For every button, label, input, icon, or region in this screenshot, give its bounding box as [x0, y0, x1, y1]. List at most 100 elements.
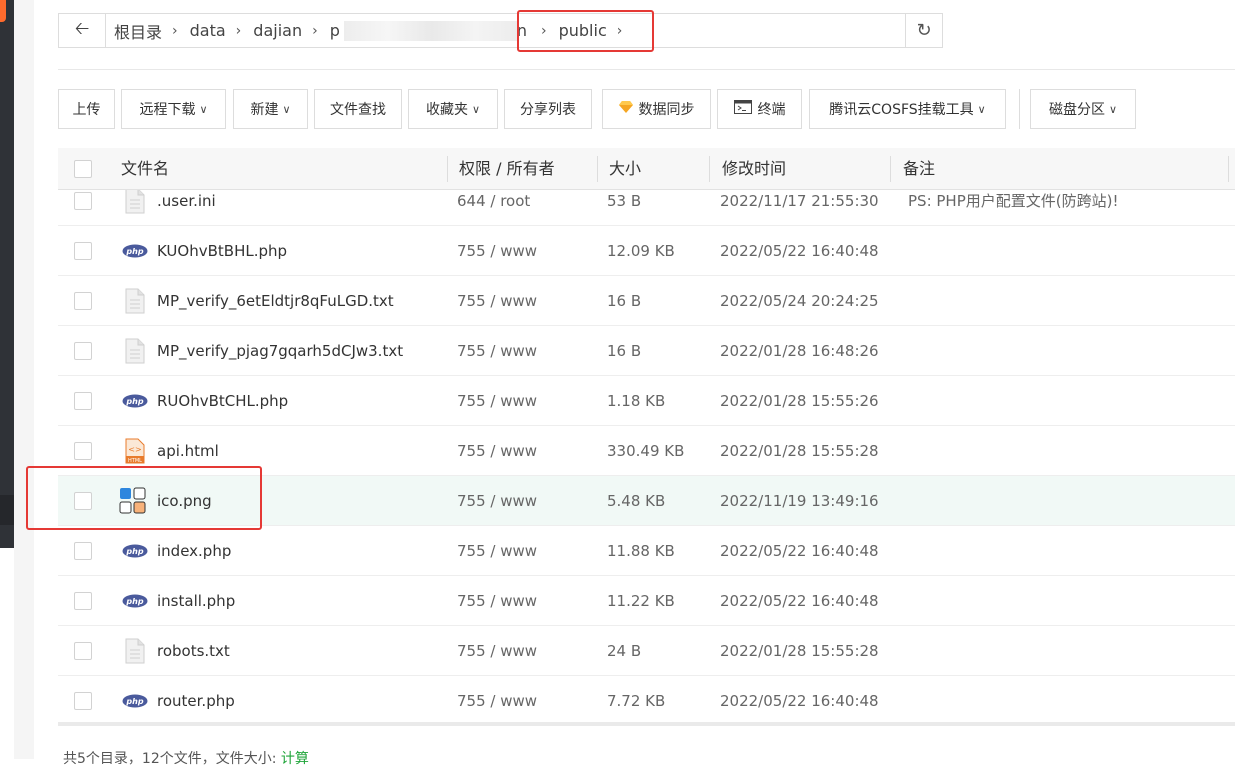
svg-text:HTML: HTML — [128, 458, 142, 464]
new-button[interactable]: 新建 ∨ — [233, 89, 308, 129]
select-all-checkbox[interactable] — [74, 160, 92, 178]
php-file-icon: php — [122, 394, 148, 416]
crumb-redacted-start[interactable]: p — [322, 21, 340, 40]
col-mtime[interactable]: 修改时间 — [722, 148, 786, 189]
data-sync-button[interactable]: 数据同步 — [602, 89, 711, 129]
row-checkbox[interactable] — [74, 392, 92, 410]
file-name[interactable]: MP_verify_pjag7gqarh5dCJw3.txt — [157, 326, 403, 376]
col-resizer[interactable] — [1228, 156, 1229, 182]
file-permission[interactable]: 644 / root — [457, 190, 530, 226]
diamond-icon — [618, 101, 633, 117]
file-name[interactable]: .user.ini — [157, 190, 216, 226]
file-name[interactable]: MP_verify_6etEldtjr8qFuLGD.txt — [157, 276, 394, 326]
file-permission[interactable]: 755 / www — [457, 676, 537, 725]
disk-partition-button[interactable]: 磁盘分区 ∨ — [1030, 89, 1136, 129]
file-name[interactable]: RUOhvBtCHL.php — [157, 376, 288, 426]
table-row[interactable]: php KUOhvBtBHL.php 755 / www 12.09 KB 2022/0… — [58, 226, 1235, 276]
file-permission[interactable]: 755 / www — [457, 626, 537, 676]
crumb-dajian[interactable]: dajian — [245, 21, 308, 40]
col-perm[interactable]: 权限 / 所有者 — [459, 148, 555, 189]
file-name[interactable]: router.php — [157, 676, 235, 725]
table-row[interactable]: MP_verify_pjag7gqarh5dCJw3.txt 755 / www 1… — [58, 326, 1235, 376]
row-checkbox[interactable] — [74, 542, 92, 560]
col-note[interactable]: 备注 — [903, 148, 935, 189]
col-resizer[interactable] — [890, 156, 891, 182]
remote-download-button[interactable]: 远程下载 ∨ — [121, 89, 226, 129]
crumb-data[interactable]: data — [182, 21, 232, 40]
crumb-public[interactable]: public — [551, 21, 613, 40]
file-name[interactable]: robots.txt — [157, 626, 230, 676]
file-size: 12.09 KB — [607, 242, 675, 260]
table-row[interactable]: <> HTML api.html 755 / www 330.49 KB 2022/01/… — [58, 426, 1235, 476]
back-button[interactable]: 🡠 — [59, 14, 106, 47]
share-list-button[interactable]: 分享列表 — [504, 89, 592, 129]
table-header: 文件名 权限 / 所有者 大小 修改时间 备注 — [58, 148, 1235, 190]
file-permission[interactable]: 755 / www — [457, 426, 537, 476]
row-checkbox[interactable] — [74, 342, 92, 360]
file-mtime: 2022/05/22 16:40:48 — [720, 592, 879, 610]
col-resizer[interactable] — [447, 156, 448, 182]
table-row[interactable]: robots.txt 755 / www 24 B 2022/01/28 15:55:… — [58, 626, 1235, 676]
file-name[interactable]: api.html — [157, 426, 219, 476]
crumb-root[interactable]: 根目录 — [106, 19, 168, 43]
file-note[interactable]: PS: PHP用户配置文件(防跨站)! — [908, 190, 1118, 226]
col-resizer[interactable] — [597, 156, 598, 182]
table-row[interactable]: MP_verify_6etEldtjr8qFuLGD.txt 755 / www 1… — [58, 276, 1235, 326]
file-mtime: 2022/05/24 20:24:25 — [720, 292, 879, 310]
file-mtime: 2022/05/22 16:40:48 — [720, 542, 879, 560]
refresh-button[interactable]: ↻ — [905, 14, 942, 47]
cosfs-mount-button[interactable]: 腾讯云COSFS挂载工具 ∨ — [809, 89, 1006, 129]
row-checkbox[interactable] — [74, 592, 92, 610]
php-file-icon: php — [122, 544, 148, 566]
horizontal-scrollbar[interactable] — [58, 722, 1235, 726]
col-name[interactable]: 文件名 — [121, 148, 169, 189]
toolbar-divider — [1019, 89, 1020, 129]
file-size: 11.22 KB — [607, 592, 675, 610]
favorites-button[interactable]: 收藏夹 ∨ — [408, 89, 498, 129]
upload-button[interactable]: 上传 — [58, 89, 115, 129]
file-permission[interactable]: 755 / www — [457, 226, 537, 276]
file-size: 24 B — [607, 642, 642, 660]
file-mtime: 2022/11/17 21:55:30 — [720, 192, 879, 210]
table-row[interactable]: php index.php 755 / www 11.88 KB 2022/05/22 … — [58, 526, 1235, 576]
file-permission[interactable]: 755 / www — [457, 326, 537, 376]
file-name[interactable]: ico.png — [157, 476, 212, 526]
file-name[interactable]: install.php — [157, 576, 235, 626]
table-row[interactable]: ico.png 755 / www 5.48 KB 2022/11/19 13:49:… — [58, 476, 1235, 526]
file-size: 7.72 KB — [607, 692, 666, 710]
calc-size-link[interactable]: 计算 — [281, 751, 309, 767]
row-checkbox[interactable] — [74, 492, 92, 510]
breadcrumb: 根目录 › data › dajian › p n › public › — [106, 14, 905, 47]
table-row[interactable]: php RUOhvBtCHL.php 755 / www 1.18 KB 2022/01… — [58, 376, 1235, 426]
row-checkbox[interactable] — [74, 292, 92, 310]
terminal-button[interactable]: 终端 — [717, 89, 802, 129]
sidebar-accent — [0, 0, 6, 22]
crumb-redacted-end[interactable]: n — [517, 21, 527, 40]
file-name[interactable]: index.php — [157, 526, 231, 576]
file-permission[interactable]: 755 / www — [457, 576, 537, 626]
row-checkbox[interactable] — [74, 642, 92, 660]
row-checkbox[interactable] — [74, 692, 92, 710]
file-permission[interactable]: 755 / www — [457, 526, 537, 576]
app-sidebar-edge — [0, 0, 14, 548]
row-checkbox[interactable] — [74, 192, 92, 210]
file-search-button[interactable]: 文件查找 — [314, 89, 402, 129]
table-row[interactable]: php router.php 755 / www 7.72 KB 2022/05/22 … — [58, 676, 1235, 725]
svg-text:php: php — [125, 547, 143, 556]
row-checkbox[interactable] — [74, 442, 92, 460]
divider — [58, 69, 1235, 70]
svg-text:php: php — [125, 597, 143, 606]
file-name[interactable]: KUOhvBtBHL.php — [157, 226, 287, 276]
file-permission[interactable]: 755 / www — [457, 476, 537, 526]
file-permission[interactable]: 755 / www — [457, 376, 537, 426]
file-permission[interactable]: 755 / www — [457, 276, 537, 326]
row-checkbox[interactable] — [74, 242, 92, 260]
php-file-icon: php — [122, 594, 148, 616]
col-size[interactable]: 大小 — [609, 148, 641, 189]
table-row[interactable]: php install.php 755 / www 11.22 KB 2022/05/2… — [58, 576, 1235, 626]
svg-text:php: php — [125, 397, 143, 406]
chevron-down-icon: ∨ — [471, 102, 481, 116]
col-resizer[interactable] — [709, 156, 710, 182]
table-row[interactable]: .user.ini 644 / root 53 B 2022/11/17 21:55:… — [58, 190, 1235, 226]
php-file-icon: php — [122, 244, 148, 266]
